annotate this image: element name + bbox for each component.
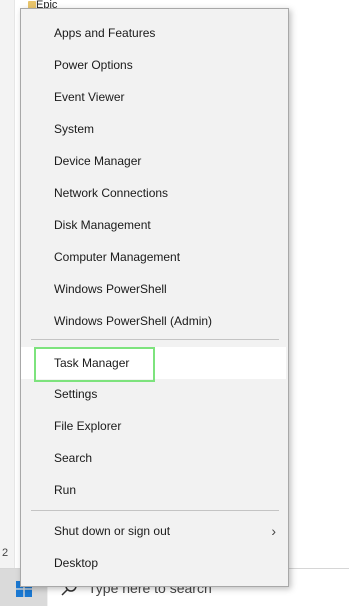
menu-item-label: Device Manager [54,154,142,168]
menu-item-device-manager[interactable]: Device Manager [21,145,288,177]
menu-item-label: Windows PowerShell [54,282,167,296]
menu-item-windows-powershell-admin[interactable]: Windows PowerShell (Admin) [21,305,288,337]
menu-item-network-connections[interactable]: Network Connections [21,177,288,209]
menu-item-label: File Explorer [54,419,122,433]
menu-item-shut-down-or-sign-out[interactable]: Shut down or sign out › [21,515,288,547]
menu-item-label: Desktop [54,556,99,570]
menu-item-label: Search [54,451,93,465]
menu-item-label: Network Connections [54,186,169,200]
menu-item-label: Disk Management [54,218,151,232]
menu-item-windows-powershell[interactable]: Windows PowerShell [21,273,288,305]
menu-item-label: Apps and Features [54,26,156,40]
menu-item-settings[interactable]: Settings [21,378,288,410]
navigation-pane-strip [0,0,15,570]
chevron-right-icon: › [271,523,276,539]
menu-item-power-options[interactable]: Power Options [21,49,288,81]
winx-context-menu: Apps and Features Power Options Event Vi… [20,8,289,587]
menu-item-apps-and-features[interactable]: Apps and Features [21,17,288,49]
menu-item-label: Windows PowerShell (Admin) [54,314,213,328]
menu-separator [31,339,279,340]
item-count-text: 2 [2,547,9,559]
menu-item-system[interactable]: System [21,113,288,145]
menu-item-label: Settings [54,387,98,401]
menu-item-search[interactable]: Search [21,442,288,474]
menu-item-label: Shut down or sign out [54,524,171,538]
menu-item-label: System [54,122,95,136]
menu-item-file-explorer[interactable]: File Explorer [21,410,288,442]
menu-item-label: Power Options [54,58,133,72]
task-manager-highlight-box [34,347,155,382]
menu-item-label: Run [54,483,77,497]
menu-item-disk-management[interactable]: Disk Management [21,209,288,241]
menu-item-run[interactable]: Run [21,474,288,506]
menu-item-event-viewer[interactable]: Event Viewer [21,81,288,113]
menu-item-computer-management[interactable]: Computer Management [21,241,288,273]
menu-item-desktop[interactable]: Desktop [21,547,288,579]
menu-separator [31,510,279,511]
menu-item-label: Event Viewer [54,90,125,104]
menu-item-label: Computer Management [54,250,181,264]
